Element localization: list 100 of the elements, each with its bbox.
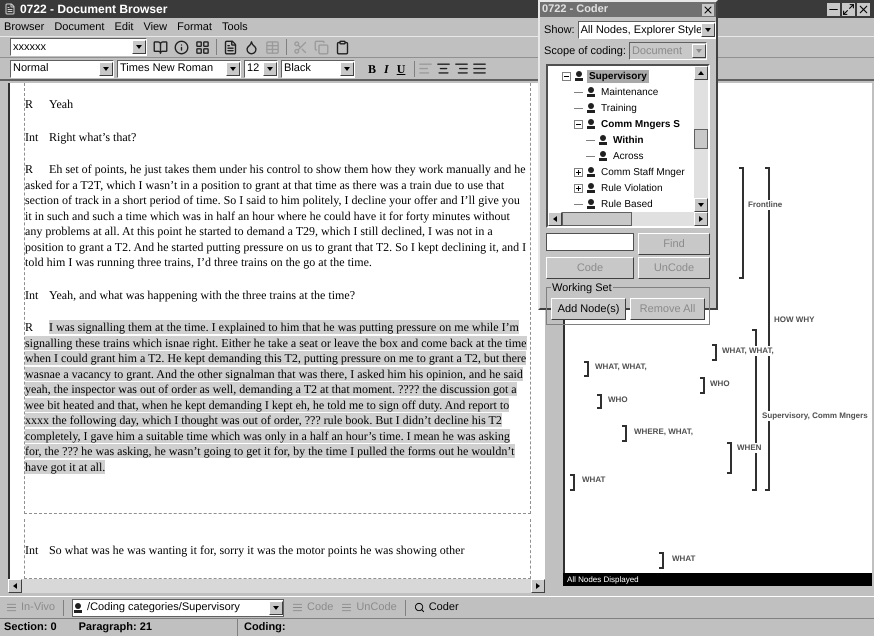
justify-icon[interactable] — [472, 61, 488, 76]
stripe-label[interactable]: WHO — [608, 395, 628, 405]
collapse-icon[interactable] — [574, 120, 583, 128]
status-paragraph: Paragraph: 21 — [78, 620, 152, 636]
coding-stripe[interactable] — [597, 394, 602, 409]
node-icon — [598, 134, 608, 146]
minimize-icon[interactable] — [827, 2, 840, 16]
paragraph-text: Int So what was he was wanting it for, sorry it was the motor points he was showing other — [25, 543, 466, 559]
scroll-thumb[interactable] — [694, 129, 708, 149]
scroll-left-icon[interactable] — [548, 212, 562, 226]
name-combo[interactable]: xxxxxx — [10, 38, 147, 56]
book-icon[interactable] — [153, 40, 168, 54]
node-icon — [586, 118, 596, 130]
tree-item[interactable]: Maintenance — [599, 86, 660, 98]
node-icon — [586, 182, 596, 194]
tree-item[interactable]: Within — [611, 134, 646, 146]
window-title: 0722 - Document Browser — [20, 1, 168, 18]
stripe-label[interactable]: WHERE, WHAT, — [634, 427, 693, 437]
coder-button[interactable]: Coder — [414, 599, 459, 616]
coding-stripe[interactable] — [739, 167, 744, 279]
scope-label: Scope of coding: — [544, 44, 626, 59]
vertical-scrollbar[interactable] — [694, 66, 708, 212]
paragraph-text: R I was signalling them at the time. I explained to him that he was putting pressure on me while I’m signalling these trains which isnae right. Either he take a seat or leave the box and come back at the time when I could grant him a T2. He kept demanding this T2, putting pressure on me to grant a T2, but there wasnae a vacancy to grant. And the other signalman that was there, I asked him his opinion, and he said yeah, the inspector was out of order as well, demanding a T2 at that moment. ???? the discussion got a wee bit heated and that, when he kept demanding I kept eh, he told me to sign off duty. And report to xxxx the following day, which I thought was out of order, ??? rule book. But I didn’t decline his T2 completely, I gave him a suitable time which was only in a half an hour’s time. I mean he was asking for, the ??? he was asking, he wasn’t going to get it for, by the time I pulled the forms out he wouldn’t have got it at all. — [25, 320, 528, 475]
coder-title: 0722 - Coder — [542, 2, 608, 18]
lines-icon — [341, 602, 352, 613]
menu-item[interactable]: Tools — [222, 18, 248, 36]
stripe-label[interactable]: WHAT — [582, 475, 606, 485]
align-right-icon[interactable] — [454, 61, 470, 76]
paragraph-text: Int Yeah, and what was happening with the three trains at the time? — [25, 288, 356, 303]
close-icon[interactable] — [857, 2, 870, 16]
style-combo[interactable]: Normal — [10, 60, 114, 78]
stripe-label[interactable]: WHEN — [737, 443, 762, 453]
paste-icon[interactable] — [335, 40, 350, 54]
node-icon — [574, 70, 584, 82]
expand-icon[interactable] — [574, 168, 583, 176]
font-colour-combo[interactable]: Black — [281, 60, 355, 78]
format-button[interactable]: B — [368, 60, 376, 78]
tree-item[interactable]: Rule Based — [599, 198, 655, 210]
tree-item[interactable]: Rule Violation — [599, 182, 665, 194]
horizontal-scrollbar[interactable] — [8, 579, 545, 593]
show-combo[interactable]: All Nodes, Explorer Style — [578, 21, 716, 39]
grid-icon[interactable] — [195, 40, 210, 54]
info-icon[interactable] — [174, 40, 189, 54]
menu-item[interactable]: Browser — [4, 18, 44, 36]
stripe-label[interactable]: WHO — [710, 379, 730, 389]
stripe-label[interactable]: HOW WHY — [774, 315, 814, 325]
drop-icon[interactable] — [244, 40, 259, 54]
paragraph-text: R Eh set of points, he just takes them under his control to show them how they work manually and he asked for a T2T, which I wasn’t in a position to grant at that time as there was a train due to use that section of track in a short period of time. So I said to him politely, I decline your offer and I’ll give you it in such and such a time which was in half an hour where he could have it for forty minutes without any problems at all. At this point he started to demand a T29, which I still declined, I was not in a position to grant a T2. And he started putting pressure on us to grant that T2. So I kept declining it, and I told him I was running three trains, I’d three trains on the go at the time. — [25, 162, 528, 270]
menu-item[interactable]: View — [143, 18, 168, 36]
restore-icon[interactable] — [842, 2, 855, 16]
expand-icon[interactable] — [574, 184, 583, 192]
menu-item[interactable]: Document — [54, 18, 104, 36]
add-nodes-button[interactable]: Add Node(s) — [551, 298, 626, 320]
stripe-label[interactable]: WHAT — [672, 554, 696, 564]
find-field[interactable] — [546, 233, 634, 251]
paragraph-text: R Yeah — [25, 97, 74, 112]
paragraph-text: Int Right what’s that? — [25, 130, 138, 145]
coding-stripe[interactable] — [727, 442, 732, 474]
coding-stripe[interactable] — [622, 425, 627, 442]
coding-stripe[interactable] — [712, 344, 717, 361]
scroll-up-icon[interactable] — [694, 66, 708, 80]
scroll-down-icon[interactable] — [694, 198, 708, 212]
menu-item[interactable]: Format — [177, 18, 212, 36]
coding-stripe[interactable] — [700, 377, 705, 394]
tree-item[interactable]: Comm Mngers S — [599, 118, 682, 130]
lines-icon — [292, 602, 304, 613]
stripe-label[interactable]: Frontline — [748, 200, 782, 210]
tree-item[interactable]: Training — [599, 102, 639, 114]
magnifier-icon — [414, 602, 425, 613]
tree-item[interactable]: Comm Staff Mnger — [599, 166, 687, 178]
working-set-title: Working Set — [551, 280, 613, 296]
tree-horizontal-scrollbar[interactable] — [548, 212, 708, 226]
coding-stripe[interactable] — [570, 474, 575, 491]
collapse-icon[interactable] — [562, 72, 571, 80]
node-icon — [586, 86, 596, 98]
menu-item[interactable]: Edit — [114, 18, 134, 36]
node-icon — [598, 150, 608, 162]
scroll-thumb[interactable] — [562, 212, 632, 226]
size-combo[interactable]: 12 — [244, 60, 278, 78]
node-combo[interactable]: /Coding categories/Supervisory — [72, 598, 284, 616]
status-coding: Coding: — [237, 619, 286, 636]
scroll-right-icon[interactable] — [531, 579, 545, 593]
scroll-right-icon[interactable] — [694, 212, 708, 226]
font-combo[interactable]: Times New Roman — [117, 60, 241, 78]
document-icon — [4, 3, 16, 15]
scroll-left-icon[interactable] — [8, 579, 22, 593]
tree-item[interactable]: Supervisory — [587, 70, 649, 82]
node-tree[interactable]: Supervisory Maintenance Training Comm Mngers S Within Across Comm Staff Mnger Rule Violation Rule Based — [546, 64, 710, 228]
format-button[interactable]: U — [396, 60, 406, 78]
tree-item[interactable]: Across — [611, 150, 646, 162]
align-center-icon[interactable] — [436, 61, 452, 76]
stripe-label[interactable]: Supervisory, Comm Mngers — [762, 411, 868, 421]
stripes-status: All Nodes Displayed — [567, 574, 639, 586]
stripe-label[interactable]: WHAT, WHAT, — [595, 362, 647, 372]
close-icon[interactable] — [702, 4, 714, 16]
document-icon[interactable] — [223, 40, 238, 54]
format-button[interactable]: I — [384, 60, 389, 78]
coding-stripe[interactable] — [584, 361, 589, 377]
stripe-label[interactable]: WHAT, WHAT, — [722, 346, 774, 356]
coding-stripe[interactable] — [659, 552, 664, 569]
